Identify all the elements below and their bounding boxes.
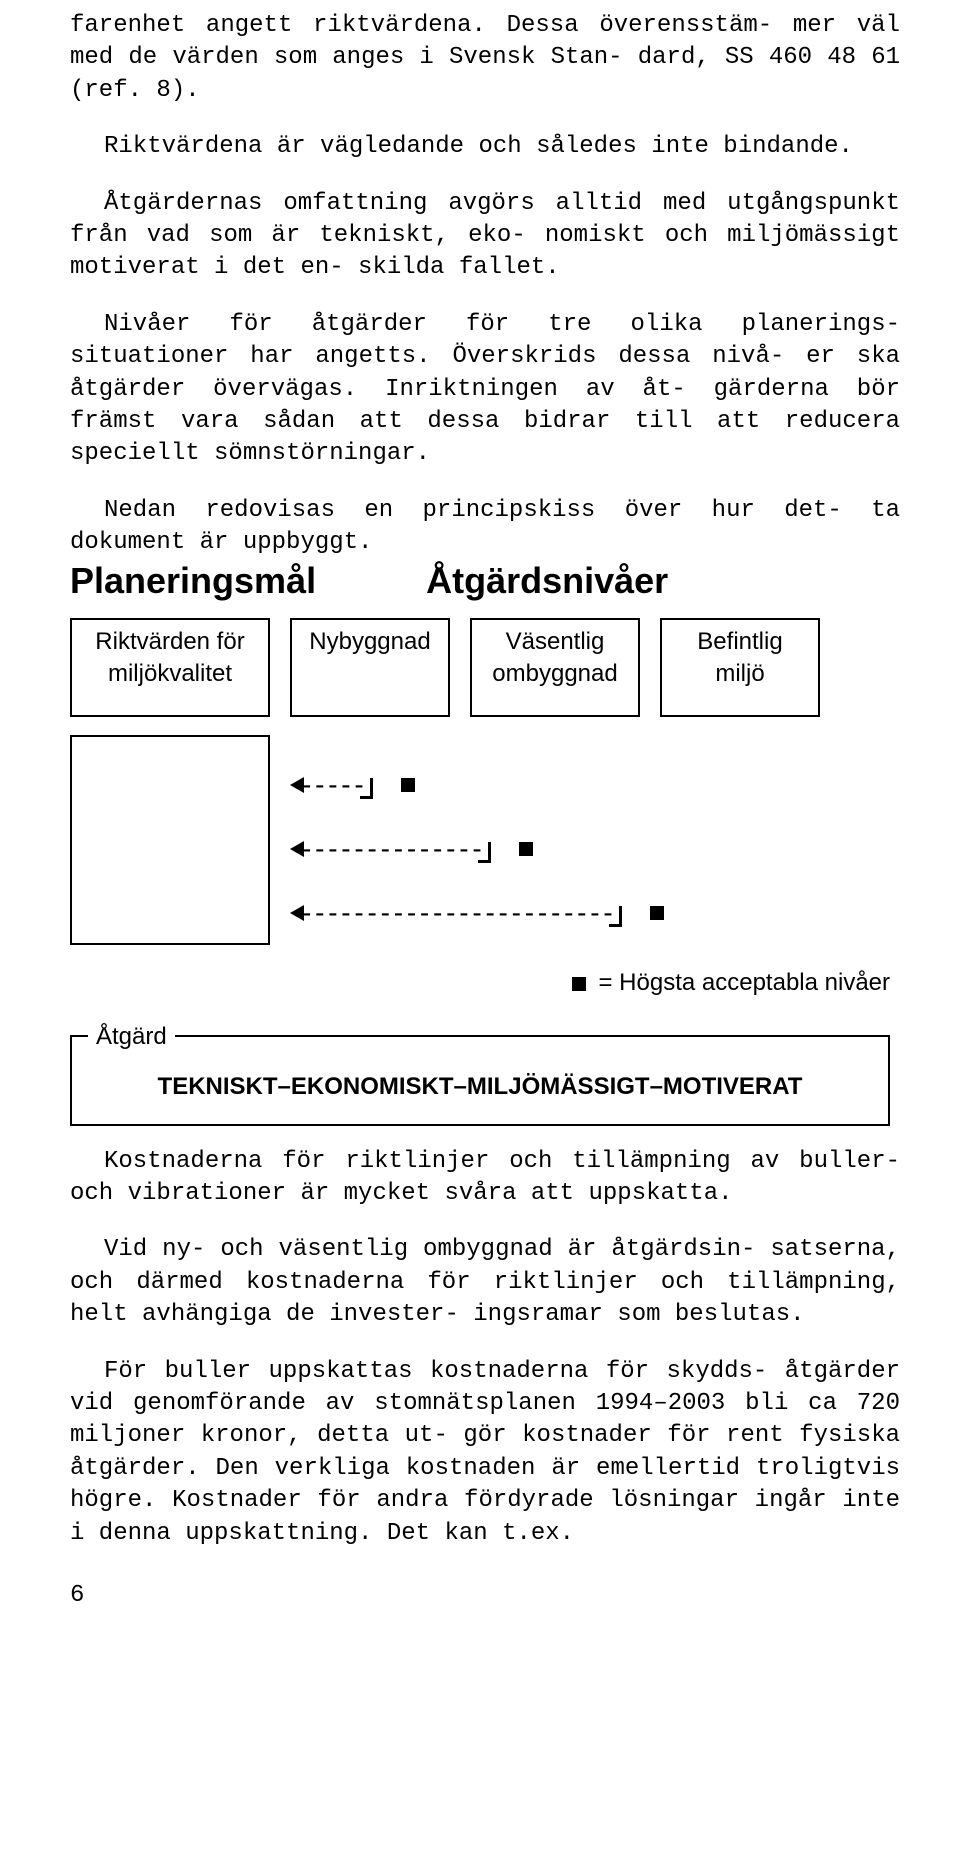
box-vasentlig-l2: ombyggnad (492, 660, 617, 687)
paragraph-5: Nedan redovisas en principskiss över hur… (70, 495, 900, 560)
diagram-arrows-row: - - - - - - - - - - - - - - - - - - - - … (70, 735, 900, 957)
big-empty-box (70, 735, 270, 945)
page-number: 6 (70, 1580, 900, 1612)
box-riktvarden-l1: Riktvärden för (95, 628, 244, 655)
heading-planeringsmal: Planeringsmål (70, 557, 316, 606)
square-marker-icon (401, 778, 415, 792)
action-box-text: TEKNISKT–EKONOMISKT–MILJÖMÄSSIGT–MOTIVER… (92, 1071, 868, 1103)
box-riktvarden: Riktvärden för miljökvalitet (70, 618, 270, 717)
paragraph-1: farenhet angett riktvärdena. Dessa övere… (70, 10, 900, 107)
legend-text: = Högsta acceptabla nivåer (598, 969, 890, 996)
diagram-boxes-row: Riktvärden för miljökvalitet Nybyggnad V… (70, 618, 900, 717)
hook-icon (360, 778, 373, 799)
heading-atgardsnivaer: Åtgärdsnivåer (426, 557, 668, 606)
action-box: Åtgärd TEKNISKT–EKONOMISKT–MILJÖMÄSSIGT–… (70, 1035, 890, 1125)
box-befintlig-l1: Befintlig (697, 628, 782, 655)
square-marker-icon (519, 842, 533, 856)
arrow-line-1: - - - - - (290, 765, 900, 805)
action-box-tab: Åtgärd (88, 1021, 175, 1053)
paragraph-7: Vid ny- och väsentlig ombyggnad är åtgär… (70, 1234, 900, 1331)
hook-icon (609, 906, 622, 927)
box-vasentlig: Väsentlig ombyggnad (470, 618, 640, 717)
diagram-legend: = Högsta acceptabla nivåer (70, 967, 890, 999)
paragraph-6: Kostnaderna för riktlinjer och tillämpni… (70, 1146, 900, 1211)
paragraph-2: Riktvärdena är vägledande och således in… (70, 131, 900, 163)
box-vasentlig-l1: Väsentlig (506, 628, 605, 655)
paragraph-8: För buller uppskattas kostnaderna för sk… (70, 1356, 900, 1550)
hook-icon (478, 842, 491, 863)
box-befintlig-l2: miljö (715, 660, 764, 687)
paragraph-3: Åtgärdernas omfattning avgörs alltid med… (70, 188, 900, 285)
arrows-column: - - - - - - - - - - - - - - - - - - - - … (290, 735, 900, 957)
dashes-1: - - - - - (302, 771, 362, 799)
square-marker-icon (572, 977, 586, 991)
dashes-2: - - - - - - - - - - - - - - (302, 835, 480, 863)
dashes-3: - - - - - - - - - - - - - - - - - - - - … (302, 899, 611, 927)
box-nybyggnad-label: Nybyggnad (309, 628, 430, 655)
arrow-line-3: - - - - - - - - - - - - - - - - - - - - … (290, 893, 900, 933)
square-marker-icon (650, 906, 664, 920)
box-nybyggnad: Nybyggnad (290, 618, 450, 717)
paragraph-4: Nivåer för åtgärder för tre olika planer… (70, 309, 900, 471)
box-riktvarden-l2: miljökvalitet (108, 660, 232, 687)
diagram-headings: Planeringsmål Åtgärdsnivåer (70, 557, 900, 606)
arrow-line-2: - - - - - - - - - - - - - - (290, 829, 900, 869)
box-befintlig: Befintlig miljö (660, 618, 820, 717)
